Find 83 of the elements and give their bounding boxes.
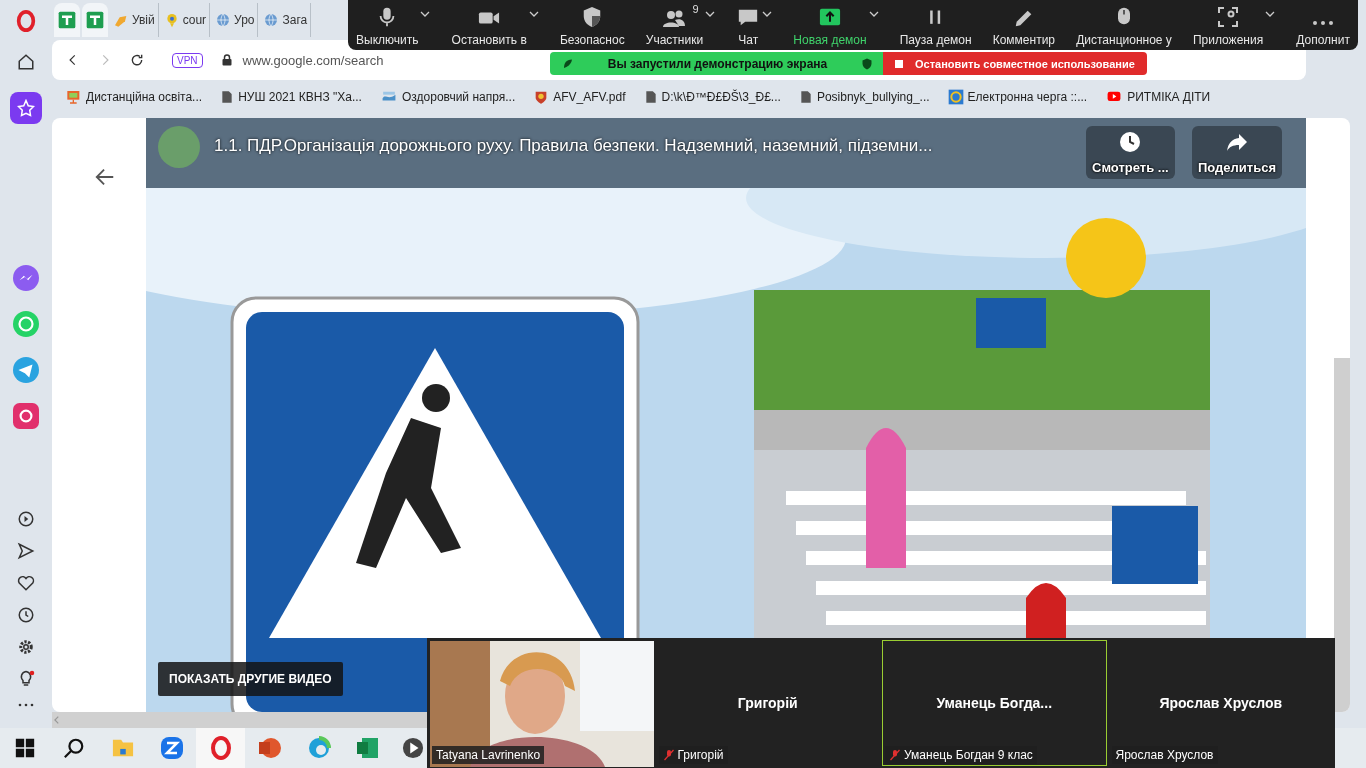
toolbar-button[interactable]: Участники 9 [643, 0, 718, 50]
browser-tab[interactable] [82, 3, 108, 37]
slides-app-icon [257, 736, 282, 760]
bookmark[interactable]: D:\k\Đ™Đ£ĐŠ\3_Đ£... [643, 89, 781, 105]
toolbar-button[interactable]: Чат [734, 0, 775, 50]
edge-browser-icon [306, 736, 331, 760]
home-icon [17, 53, 35, 71]
folder-icon [110, 737, 135, 759]
bookmark[interactable]: Оздоровчий напря... [379, 90, 516, 104]
caret-icon[interactable] [420, 10, 431, 18]
toolbar-button[interactable]: Новая демон [791, 0, 881, 50]
messenger-button[interactable] [10, 262, 42, 294]
browser-tab[interactable]: Увій [110, 3, 159, 37]
toolbar-button[interactable]: Приложения [1190, 0, 1278, 50]
settings-icon[interactable] [17, 638, 35, 656]
muted-mic-icon [889, 748, 901, 762]
caret-icon[interactable] [1265, 10, 1276, 18]
bookmark[interactable]: РИТМІКА ДІТИ [1105, 90, 1211, 104]
more-icon[interactable] [18, 702, 34, 708]
spreadsheet-app-icon [355, 736, 380, 760]
paper-plane-icon [13, 357, 39, 383]
document-icon [798, 89, 813, 105]
vpn-badge[interactable]: VPN [172, 52, 203, 68]
scrollbar[interactable] [1334, 358, 1350, 712]
browser-logo-icon[interactable] [15, 10, 37, 32]
caret-icon[interactable] [528, 10, 539, 18]
browser-tab[interactable]: Зага [260, 3, 312, 37]
bookmark[interactable]: Posibnyk_bullying_... [798, 89, 930, 105]
star-icon [17, 99, 35, 117]
lock-icon [220, 53, 233, 67]
spreadsheet-icon [85, 10, 105, 30]
pinboard-button[interactable] [10, 92, 42, 124]
windows-logo-icon [14, 738, 35, 758]
browser-tab[interactable] [54, 3, 80, 37]
globe-icon [215, 12, 232, 28]
shield-check-icon [861, 56, 873, 71]
messenger-icon [13, 265, 39, 291]
toolbar-button[interactable]: Безопаснос [557, 0, 627, 50]
browser-tab[interactable]: cour [160, 3, 211, 37]
bookmark[interactable]: Електронна черга ::... [947, 89, 1088, 105]
address-field[interactable]: www.google.com/search [242, 52, 384, 68]
participant-label: Tatyana Lavrinenko [432, 746, 545, 764]
chat-app-icon [159, 736, 184, 760]
toolbar-button[interactable]: Выключить [354, 0, 433, 50]
spreadsheet-icon [57, 10, 77, 30]
toolbar-button[interactable]: Дополнит [1294, 0, 1352, 50]
heart-icon[interactable] [17, 574, 35, 592]
back-arrow-icon[interactable] [94, 166, 116, 188]
bookmark[interactable]: AFV_AFV.pdf [533, 89, 626, 105]
browser-logo-icon [208, 736, 233, 760]
play-circle-icon[interactable] [17, 510, 35, 528]
toolbar-button[interactable]: Дистанционное у [1074, 0, 1174, 50]
toolbar-button[interactable]: Остановить в [449, 0, 541, 50]
caret-icon[interactable] [705, 10, 716, 18]
play-button-icon [402, 737, 424, 759]
browser-tab[interactable]: Уро [212, 3, 259, 37]
camera-icon [13, 403, 39, 429]
bookmark[interactable]: НУШ 2021 КВНЗ "Ха... [220, 89, 362, 105]
telegram-button[interactable] [10, 354, 42, 386]
toolbar-button[interactable]: Комментир [990, 0, 1058, 50]
bookmark[interactable]: Дистанційна освіта... [66, 89, 203, 105]
stop-sharing-button[interactable]: Остановить совместное использование [883, 52, 1147, 75]
instagram-button[interactable] [10, 400, 42, 432]
leaf-icon [562, 57, 574, 70]
ring-logo-icon [947, 89, 964, 105]
search-icon [62, 737, 85, 759]
taskbar-app[interactable] [196, 728, 245, 768]
apps-icon [1216, 5, 1241, 29]
globe-icon [263, 12, 280, 28]
horizontal-scrollbar[interactable] [52, 712, 427, 728]
clock-icon[interactable] [17, 606, 35, 624]
phone-bubble-icon [13, 311, 39, 337]
document-icon [220, 89, 235, 105]
caret-icon[interactable] [868, 10, 879, 18]
document-icon [643, 89, 658, 105]
reload-icon[interactable] [130, 53, 144, 67]
send-icon[interactable] [17, 542, 35, 560]
sharing-status-text: Вы запустили демонстрацию экрана [607, 56, 828, 71]
caret-icon[interactable] [762, 10, 773, 18]
participant-count: 9 [692, 3, 699, 15]
toolbar-button[interactable]: Пауза демон [897, 0, 974, 50]
muted-mic-icon [662, 748, 675, 762]
monitor-icon [66, 89, 82, 105]
